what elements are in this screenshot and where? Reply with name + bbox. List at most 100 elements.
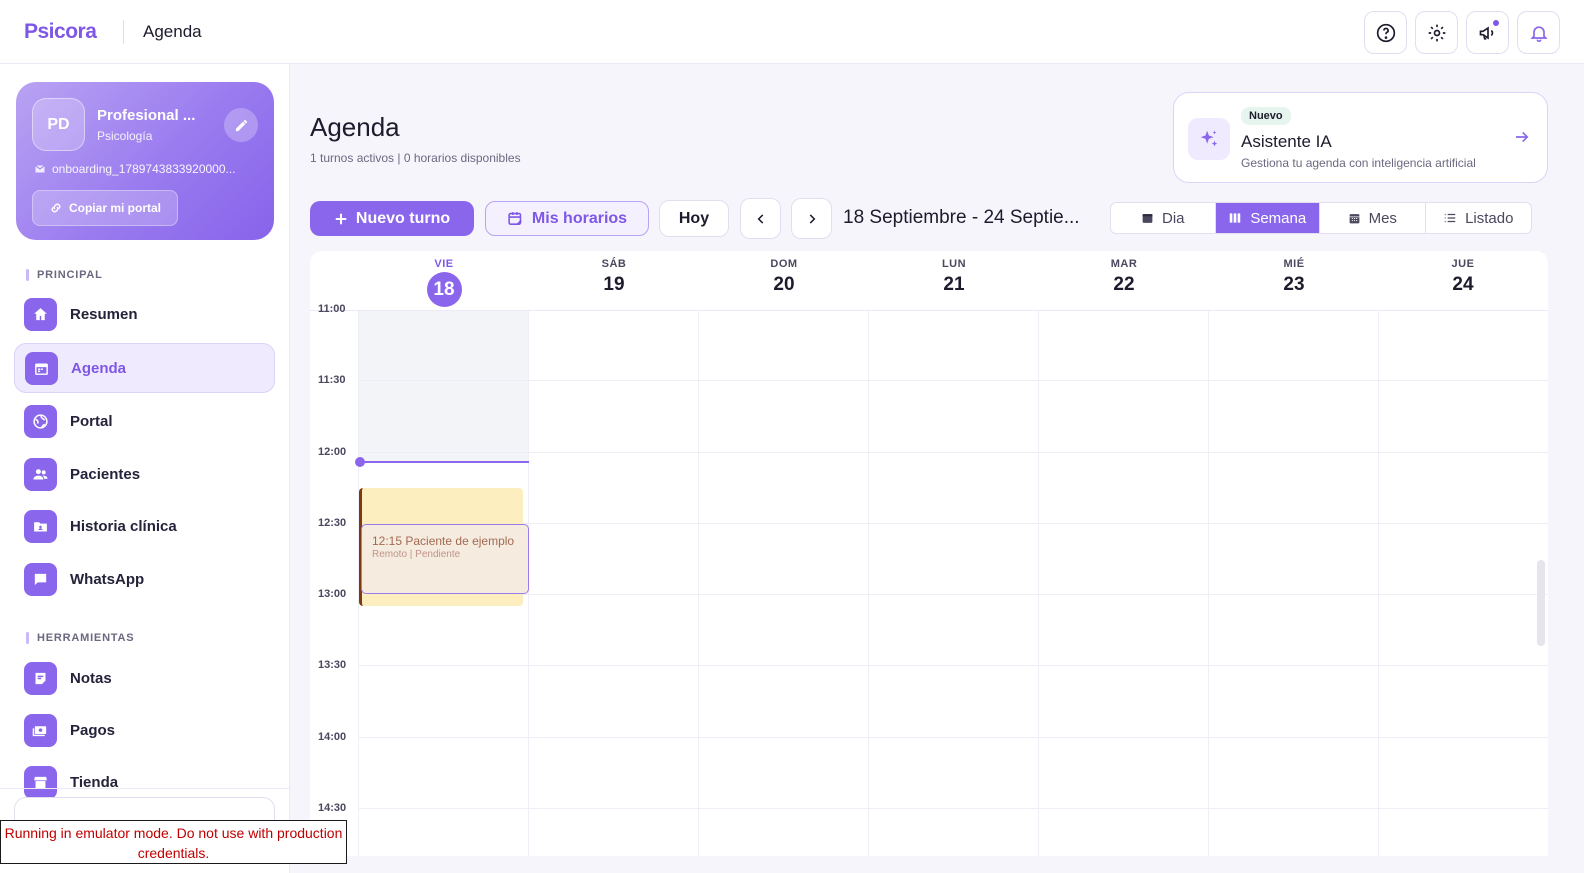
sparkles-icon bbox=[1188, 118, 1230, 160]
payment-icon bbox=[24, 713, 57, 747]
announcement-dot bbox=[1493, 20, 1499, 26]
new-appointment-button[interactable]: Nuevo turno bbox=[310, 201, 474, 236]
grid-column-line bbox=[868, 311, 869, 856]
day-number-today: 18 bbox=[426, 272, 462, 307]
view-list-button[interactable]: Listado bbox=[1426, 203, 1532, 233]
grid-column-line bbox=[1208, 311, 1209, 856]
sidebar-item-label: Pagos bbox=[70, 721, 116, 739]
notifications-button[interactable] bbox=[1517, 11, 1560, 54]
list-view-icon bbox=[1444, 213, 1456, 223]
help-icon bbox=[1376, 23, 1395, 42]
sidebar-item-pagos[interactable]: Pagos bbox=[14, 705, 275, 755]
time-label: 11:30 bbox=[318, 374, 346, 386]
current-time-line bbox=[359, 461, 529, 463]
brand-logo[interactable]: Psicora bbox=[24, 20, 97, 44]
time-label: 12:00 bbox=[318, 446, 347, 458]
sidebar-item-whatsapp[interactable]: WhatsApp bbox=[14, 554, 275, 604]
past-time-block bbox=[359, 311, 529, 461]
day-header-vie[interactable]: VIE 18 bbox=[359, 251, 529, 311]
sidebar-item-pacientes[interactable]: Pacientes bbox=[14, 449, 275, 499]
globe-icon bbox=[24, 404, 57, 438]
sidebar-bottom-divider bbox=[0, 788, 289, 789]
mail-icon bbox=[35, 165, 45, 173]
my-schedules-button[interactable]: Mis horarios bbox=[485, 201, 649, 236]
top-bar: Psicora Agenda bbox=[0, 0, 1584, 64]
grid-row-line bbox=[358, 808, 1548, 809]
profile-email-text: onboarding_1789743833920000... bbox=[52, 162, 236, 176]
grid-row-line bbox=[358, 452, 1548, 453]
calendar-header: VIE 18 SÁB 19 DOM 20 LUN 21 MAR 22 MIÉ 2… bbox=[310, 251, 1548, 311]
time-label: 13:00 bbox=[318, 588, 347, 600]
day-header-jue[interactable]: JUE 24 bbox=[1378, 251, 1548, 311]
arrow-right-icon bbox=[1516, 131, 1529, 143]
day-header-mie[interactable]: MIÉ 23 bbox=[1209, 251, 1379, 311]
page-title: Agenda bbox=[310, 112, 400, 142]
settings-button[interactable] bbox=[1415, 11, 1458, 54]
new-appointment-label: Nuevo turno bbox=[355, 209, 451, 227]
section-principal: PRINCIPAL bbox=[26, 269, 103, 281]
today-button[interactable]: Hoy bbox=[659, 200, 729, 237]
grid-column-line bbox=[1378, 311, 1379, 856]
day-header-dom[interactable]: DOM 20 bbox=[699, 251, 869, 311]
grid-row-line bbox=[358, 737, 1548, 738]
week-calendar: VIE 18 SÁB 19 DOM 20 LUN 21 MAR 22 MIÉ 2… bbox=[310, 251, 1548, 856]
current-time-dot bbox=[355, 457, 365, 467]
sidebar-item-notas[interactable]: Notas bbox=[14, 653, 275, 703]
calendar-icon bbox=[25, 351, 58, 385]
sidebar-item-label: Historia clínica bbox=[70, 517, 177, 535]
brand-divider bbox=[123, 20, 124, 44]
ai-assistant-card[interactable]: Nuevo Asistente IA Gestiona tu agenda co… bbox=[1173, 92, 1548, 183]
view-month-label: Mes bbox=[1368, 209, 1397, 227]
time-label: 12:30 bbox=[318, 517, 347, 529]
date-range: 18 Septiembre - 24 Septie... bbox=[843, 207, 1080, 228]
edit-profile-button[interactable] bbox=[224, 108, 258, 142]
announcements-button[interactable] bbox=[1466, 11, 1509, 54]
view-day-button[interactable]: Dia bbox=[1111, 203, 1216, 233]
help-button[interactable] bbox=[1364, 11, 1407, 54]
grid-row-line bbox=[358, 523, 1548, 524]
sidebar-item-historia-clinica[interactable]: Historia clínica bbox=[14, 501, 275, 551]
time-label: 13:30 bbox=[318, 659, 347, 671]
profile-card: PD Profesional ... Psicología onboarding… bbox=[16, 82, 274, 240]
users-icon bbox=[24, 457, 57, 491]
note-icon bbox=[24, 661, 57, 695]
view-day-label: Dia bbox=[1161, 209, 1185, 227]
page-subtitle: 1 turnos activos | 0 horarios disponible… bbox=[310, 151, 521, 165]
sidebar-item-label: Pacientes bbox=[70, 465, 141, 483]
day-header-lun[interactable]: LUN 21 bbox=[869, 251, 1039, 311]
chat-icon bbox=[24, 562, 57, 596]
sidebar-item-resumen[interactable]: Resumen bbox=[14, 289, 275, 339]
view-week-label: Semana bbox=[1250, 209, 1307, 227]
calendar-scrollbar[interactable] bbox=[1537, 560, 1545, 646]
chevron-right-icon bbox=[809, 213, 815, 224]
next-week-button[interactable] bbox=[791, 198, 832, 239]
day-header-mar[interactable]: MAR 22 bbox=[1039, 251, 1209, 311]
appointment-event[interactable]: 12:15 Paciente de ejemplo Remoto | Pendi… bbox=[361, 524, 529, 594]
day-name: MIÉ bbox=[1283, 258, 1305, 270]
event-meta: Remoto | Pendiente bbox=[372, 549, 461, 560]
day-number: 21 bbox=[943, 274, 965, 295]
prev-week-button[interactable] bbox=[740, 198, 781, 239]
calendar-edit-icon bbox=[508, 212, 522, 225]
view-switcher: Dia Semana Mes Listado bbox=[1110, 202, 1532, 234]
bell-icon bbox=[1529, 25, 1548, 42]
sidebar-item-label: Portal bbox=[70, 412, 113, 430]
copy-portal-button[interactable]: Copiar mi portal bbox=[32, 190, 178, 226]
avatar: PD bbox=[32, 98, 85, 151]
view-month-button[interactable]: Mes bbox=[1320, 203, 1426, 233]
sidebar-item-label: WhatsApp bbox=[70, 570, 145, 588]
day-name: LUN bbox=[941, 258, 967, 270]
chevron-left-icon bbox=[757, 213, 763, 224]
sidebar: PD Profesional ... Psicología onboarding… bbox=[0, 64, 290, 873]
profile-specialty: Psicología bbox=[97, 129, 153, 143]
calendar-grid[interactable]: 11:00 11:30 12:00 12:30 13:00 13:30 14:0… bbox=[310, 303, 1548, 856]
day-name: JUE bbox=[1451, 258, 1475, 270]
sidebar-item-agenda[interactable]: Agenda bbox=[14, 343, 275, 393]
day-header-sab[interactable]: SÁB 19 bbox=[529, 251, 699, 311]
day-number: 19 bbox=[603, 274, 625, 295]
grid-row-line bbox=[358, 594, 1548, 595]
view-week-button[interactable]: Semana bbox=[1215, 203, 1320, 233]
month-view-icon bbox=[1349, 213, 1359, 223]
home-icon bbox=[24, 297, 57, 331]
sidebar-item-portal[interactable]: Portal bbox=[14, 396, 275, 446]
